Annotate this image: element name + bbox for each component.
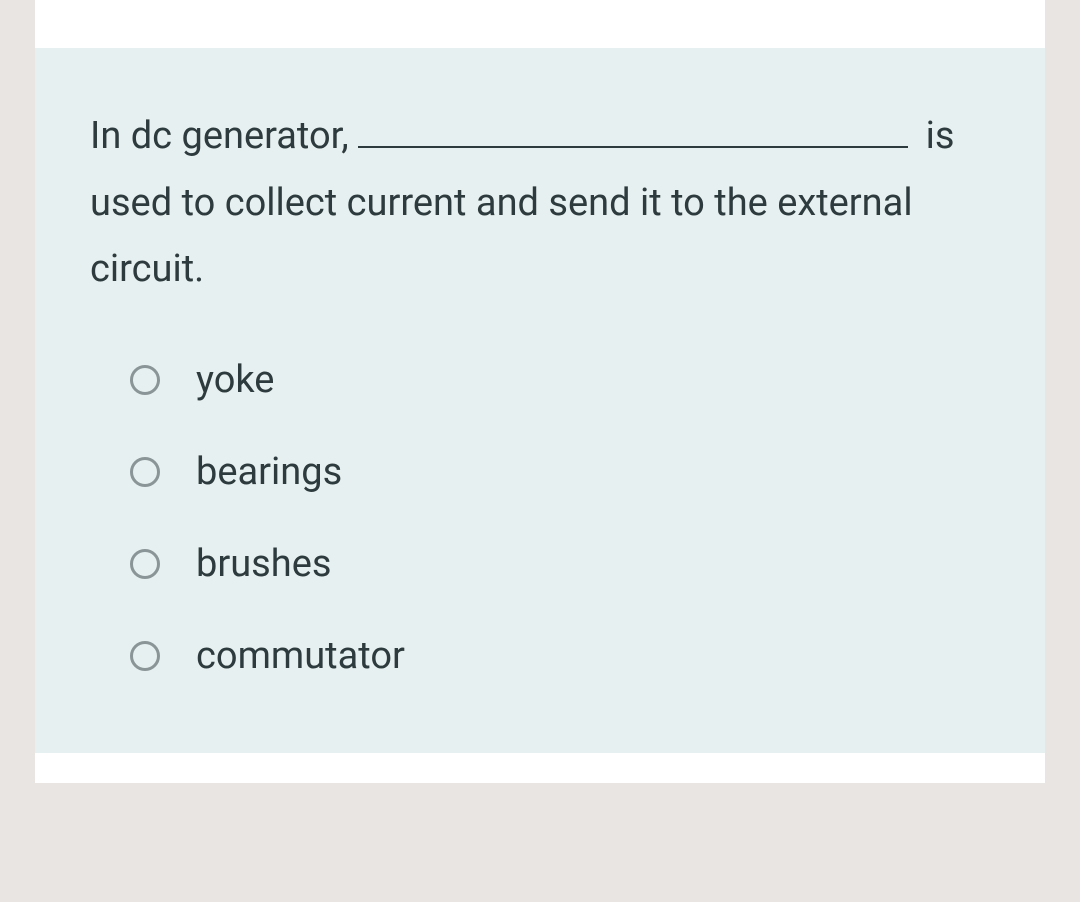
- fill-blank-line: [358, 114, 908, 148]
- option-label: yoke: [196, 358, 274, 402]
- question-prefix: In dc generator,: [90, 114, 349, 158]
- option-commutator[interactable]: commutator: [130, 634, 990, 678]
- option-label: bearings: [196, 450, 342, 494]
- top-spacer: [35, 0, 1045, 48]
- option-yoke[interactable]: yoke: [130, 358, 990, 402]
- option-label: brushes: [196, 542, 331, 586]
- question-text: In dc generator, is used to collect curr…: [90, 103, 990, 303]
- option-bearings[interactable]: bearings: [130, 450, 990, 494]
- bottom-spacer: [35, 753, 1045, 783]
- option-brushes[interactable]: brushes: [130, 542, 990, 586]
- page-wrapper: In dc generator, is used to collect curr…: [0, 0, 1080, 902]
- radio-icon: [130, 641, 160, 671]
- options-list: yoke bearings brushes commutator: [90, 358, 990, 678]
- option-label: commutator: [196, 634, 405, 678]
- radio-icon: [130, 457, 160, 487]
- question-card: In dc generator, is used to collect curr…: [35, 48, 1045, 753]
- radio-icon: [130, 549, 160, 579]
- radio-icon: [130, 365, 160, 395]
